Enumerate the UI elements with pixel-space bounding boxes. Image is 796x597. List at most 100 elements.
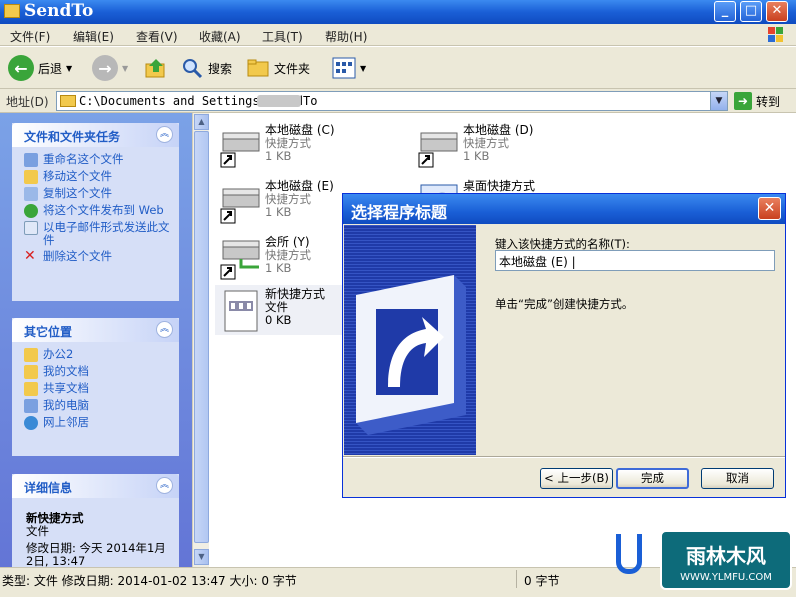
file-tasks-header[interactable]: 文件和文件夹任务 ︽ [12, 123, 179, 147]
watermark-logo: 雨林木风 WWW.YLMFU.COM [616, 528, 794, 594]
task-move[interactable]: 移动这个文件 [24, 170, 179, 184]
forward-arrow-icon: → [92, 55, 118, 81]
shortcut-name-input[interactable]: 本地磁盘 (E) | [495, 250, 775, 271]
place-my-documents[interactable]: 我的文档 [24, 365, 179, 379]
address-label: 地址(D) [6, 95, 49, 109]
search-label: 搜索 [208, 61, 233, 76]
folders-button[interactable]: 文件夹 [246, 54, 310, 82]
up-folder-icon [145, 59, 165, 78]
collapse-icon[interactable]: ︽ [156, 126, 173, 143]
folder-icon [247, 59, 269, 77]
views-button[interactable]: ▼ [332, 54, 366, 82]
drive-shortcut-icon [220, 132, 260, 168]
collapse-icon[interactable]: ︽ [156, 477, 173, 494]
my-documents-icon [24, 365, 38, 379]
back-button[interactable]: ← 后退 ▼ [8, 54, 72, 82]
back-step-button[interactable]: < 上一步(B) [540, 468, 613, 489]
back-label: 后退 [38, 61, 63, 76]
drive-shortcut-icon [418, 132, 458, 168]
finish-button[interactable]: 完成 [616, 468, 689, 489]
dialog-title-bar: 选择程序标题 ✕ [343, 194, 785, 224]
address-input[interactable]: C:\Documents and Settings \SendTo ▼ [56, 91, 728, 111]
shortcut-arrow-icon [344, 225, 476, 455]
folder-icon [24, 348, 38, 362]
menu-view[interactable]: 查看(V) [136, 28, 178, 45]
search-icon [183, 59, 203, 79]
place-my-computer[interactable]: 我的电脑 [24, 399, 179, 413]
menu-edit[interactable]: 编辑(E) [73, 28, 114, 45]
network-drive-icon [220, 240, 260, 280]
details-panel: 详细信息 ︽ 新快捷方式 文件 修改日期: 今天 2014年1月2日, 13:4… [12, 474, 179, 568]
menu-tools[interactable]: 工具(T) [262, 28, 303, 45]
address-dropdown-button[interactable]: ▼ [710, 92, 727, 110]
collapse-icon[interactable]: ︽ [156, 321, 173, 338]
maximize-button[interactable]: □ [740, 1, 762, 22]
folders-label: 文件夹 [274, 61, 311, 76]
logo-brand: 雨林木风 [686, 544, 766, 568]
scroll-thumb[interactable] [194, 131, 209, 543]
file-item-drive-c[interactable]: 本地磁盘 (C) 快捷方式 1 KB [215, 121, 405, 171]
other-places-header[interactable]: 其它位置 ︽ [12, 318, 179, 342]
logo-url: WWW.YLMFU.COM [680, 572, 772, 583]
computer-icon [24, 399, 38, 413]
move-icon [24, 170, 38, 184]
task-rename[interactable]: 重命名这个文件 [24, 153, 179, 167]
status-divider [516, 570, 517, 588]
window-title: SendTo [24, 1, 94, 21]
close-button[interactable]: ✕ [766, 1, 788, 22]
task-pane: 文件和文件夹任务 ︽ 重命名这个文件 移动这个文件 复制这个文件 将这个文件发布… [0, 113, 192, 568]
logo-badge: 雨林木风 WWW.YLMFU.COM [660, 530, 792, 590]
globe-icon [24, 204, 38, 218]
task-delete[interactable]: ✕ 删除这个文件 [24, 248, 179, 264]
details-modified: 修改日期: 今天 2014年1月2日, 13:47 [26, 541, 166, 568]
minimize-button[interactable]: _ [714, 1, 736, 22]
copy-icon [24, 187, 38, 201]
details-type: 文件 [26, 524, 49, 538]
up-folder-button[interactable] [144, 54, 168, 82]
delete-icon: ✕ [24, 248, 36, 264]
details-header[interactable]: 详细信息 ︽ [12, 474, 179, 498]
blurred-username [257, 95, 301, 107]
dialog-divider [343, 456, 785, 458]
drive-shortcut-icon [220, 188, 260, 224]
cancel-button[interactable]: 取消 [701, 468, 774, 489]
place-office2[interactable]: 办公2 [24, 348, 179, 362]
task-copy[interactable]: 复制这个文件 [24, 187, 179, 201]
email-icon [24, 221, 38, 235]
file-tasks-panel: 文件和文件夹任务 ︽ 重命名这个文件 移动这个文件 复制这个文件 将这个文件发布… [12, 123, 179, 301]
place-shared-documents[interactable]: 共享文档 [24, 382, 179, 396]
task-publish-web[interactable]: 将这个文件发布到 Web [24, 204, 179, 218]
go-arrow-icon: ➜ [734, 92, 752, 110]
folder-icon [60, 95, 76, 107]
chevron-down-icon: ▼ [66, 63, 73, 73]
chevron-down-icon: ▼ [360, 63, 367, 73]
search-button[interactable]: 搜索 [180, 54, 232, 82]
dialog-hint: 单击“完成”创建快捷方式。 [495, 297, 634, 311]
file-item-drive-d[interactable]: 本地磁盘 (D) 快捷方式 1 KB [413, 121, 603, 171]
scroll-down-button[interactable]: ▼ [194, 549, 209, 565]
address-bar: 地址(D) C:\Documents and Settings \SendTo … [0, 89, 796, 113]
logo-u-mark [616, 534, 642, 574]
wizard-banner [344, 225, 476, 455]
details-body: 新快捷方式 文件 修改日期: 今天 2014年1月2日, 13:47 [12, 498, 179, 568]
go-button[interactable]: ➜ 转到 [734, 92, 780, 110]
back-arrow-icon: ← [8, 55, 34, 81]
folder-icon [4, 4, 20, 18]
menu-favorites[interactable]: 收藏(A) [199, 28, 241, 45]
place-network[interactable]: 网上邻居 [24, 416, 179, 430]
scroll-up-button[interactable]: ▲ [194, 114, 209, 130]
file-tasks-title: 文件和文件夹任务 [24, 130, 121, 144]
dialog-close-button[interactable]: ✕ [758, 197, 781, 220]
status-size: 0 字节 [524, 574, 560, 588]
task-email[interactable]: 以电子邮件形式发送此文件 [24, 221, 179, 247]
menu-help[interactable]: 帮助(H) [325, 28, 367, 45]
network-icon [24, 416, 38, 430]
title-bar: SendTo _ □ ✕ [0, 0, 796, 24]
menu-file[interactable]: 文件(F) [10, 28, 50, 45]
forward-button[interactable]: → ▼ [92, 54, 128, 82]
chevron-down-icon: ▼ [122, 63, 129, 73]
toolbar: ← 后退 ▼ → ▼ 搜索 文件夹 ▼ [0, 47, 796, 89]
dialog-title: 选择程序标题 [351, 203, 448, 222]
windows-flag-icon [768, 27, 783, 42]
vertical-scrollbar[interactable]: ▲ ▼ [192, 113, 209, 567]
